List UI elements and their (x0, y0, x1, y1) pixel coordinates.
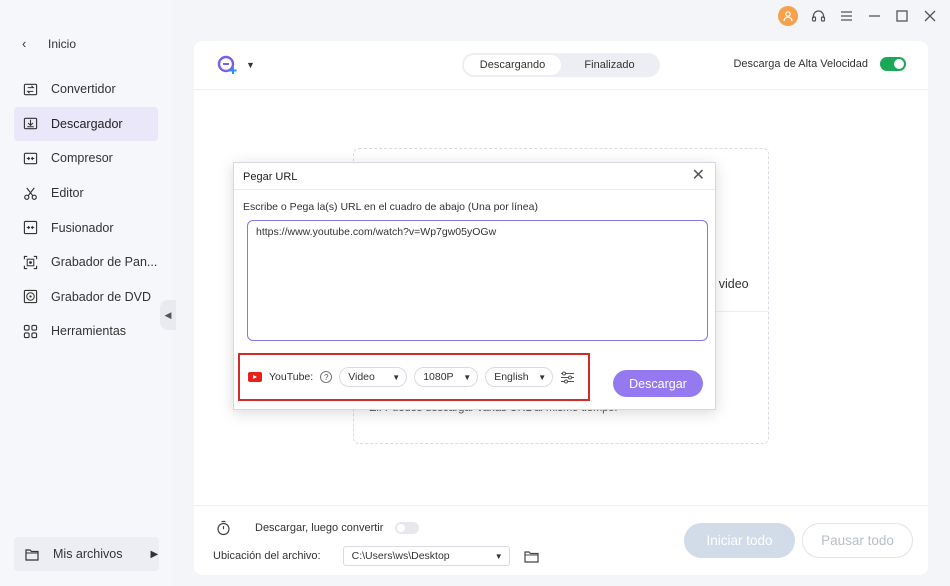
screen-record-icon (23, 255, 38, 269)
high-speed-label: Descarga de Alta Velocidad (733, 58, 868, 70)
quality-value: 1080P (423, 371, 454, 383)
sidebar-item-label: Editor (51, 186, 84, 201)
chevron-down-icon: ▼ (392, 372, 401, 382)
file-location-value: C:\Users\ws\Desktop (351, 550, 450, 562)
chevron-down-icon: ▼ (494, 551, 503, 561)
close-icon[interactable] (922, 8, 938, 24)
quality-select[interactable]: 1080P ▼ (414, 367, 479, 387)
dialog-title: Pegar URL (243, 171, 298, 183)
high-speed-toggle[interactable] (880, 57, 906, 71)
settings-sliders-icon[interactable] (560, 371, 575, 384)
status-tabs: Descargando Finalizado (462, 53, 660, 77)
sidebar-item-convertidor[interactable]: Convertidor (14, 72, 158, 107)
back-button[interactable]: ‹ Inicio (22, 36, 76, 51)
tab-finalizado[interactable]: Finalizado (561, 55, 658, 75)
download-link-icon (217, 55, 237, 74)
file-location-row: Ubicación del archivo: C:\Users\ws\Deskt… (213, 546, 539, 566)
sidebar-item-label: Convertidor (51, 82, 116, 97)
sidebar-item-herramientas[interactable]: Herramientas (14, 314, 158, 349)
my-files-label: Mis archivos (53, 547, 123, 561)
convert-option-row: Descargar, luego convertir (216, 520, 420, 536)
my-files-button[interactable]: Mis archivos ▶ (14, 537, 159, 571)
file-location-select[interactable]: C:\Users\ws\Desktop ▼ (342, 546, 510, 566)
panel-footer: Descargar, luego convertir Ubicación del… (194, 505, 928, 575)
collapse-sidebar-button[interactable]: ◀ (160, 300, 176, 330)
chevron-left-icon: ‹ (22, 36, 27, 51)
divider (234, 189, 715, 190)
chevron-right-icon: ▶ (150, 548, 159, 560)
dvd-icon (23, 290, 38, 304)
dialog-description: Escribe o Pega la(s) URL en el cuadro de… (243, 201, 538, 213)
folder-icon (25, 548, 39, 561)
chevron-down-icon: ▼ (463, 372, 472, 382)
download-button[interactable]: Descargar (613, 370, 703, 397)
user-icon (783, 11, 793, 22)
headset-icon[interactable] (810, 8, 826, 24)
merge-icon (23, 221, 38, 235)
sidebar-item-grabador-pantalla[interactable]: Grabador de Pan... (14, 245, 158, 280)
language-value: English (494, 371, 529, 383)
sidebar-item-label: Grabador de Pan... (51, 255, 158, 270)
sidebar-item-label: Fusionador (51, 220, 114, 235)
download-icon (23, 118, 38, 130)
help-icon[interactable]: ? (320, 371, 333, 383)
sidebar-item-editor[interactable]: Editor (14, 176, 158, 211)
chevron-down-icon: ▼ (246, 60, 255, 70)
sidebar-item-label: Grabador de DVD (51, 289, 152, 304)
panel-header: ▼ Descargando Finalizado Descarga de Alt… (194, 41, 928, 90)
sidebar-item-label: Descargador (51, 116, 123, 131)
file-location-label: Ubicación del archivo: (213, 550, 321, 562)
menu-icon[interactable] (838, 8, 854, 24)
sidebar-item-fusionador[interactable]: Fusionador (14, 210, 158, 245)
chevron-left-icon: ◀ (164, 309, 172, 320)
timer-icon[interactable] (216, 520, 231, 536)
sidebar-item-grabador-dvd[interactable]: Grabador de DVD (14, 280, 158, 315)
format-value: Video (348, 371, 375, 383)
start-all-button[interactable]: Iniciar todo (684, 523, 795, 558)
folder-icon[interactable] (524, 550, 539, 563)
convert-icon (23, 83, 38, 96)
sidebar: ‹ Inicio Convertidor Descargador Compres… (0, 0, 172, 586)
compress-icon (23, 152, 38, 165)
sidebar-item-label: Compresor (51, 151, 113, 166)
url-textarea[interactable]: https://www.youtube.com/watch?v=Wp7gw05y… (247, 220, 708, 341)
high-speed-setting: Descarga de Alta Velocidad (733, 57, 906, 71)
add-download-button[interactable]: ▼ (216, 54, 255, 76)
sidebar-item-compresor[interactable]: Compresor (14, 141, 158, 176)
chevron-down-icon: ▼ (538, 372, 547, 382)
download-options: YouTube: ? Video ▼ 1080P ▼ English ▼ (238, 353, 590, 401)
paste-url-dialog: Pegar URL ✕ Escribe o Pega la(s) URL en … (233, 162, 716, 410)
convert-after-toggle[interactable] (395, 522, 420, 534)
close-icon[interactable]: ✕ (692, 168, 705, 184)
sidebar-item-label: Herramientas (51, 324, 127, 339)
tab-descargando[interactable]: Descargando (464, 55, 561, 75)
format-select[interactable]: Video ▼ (339, 367, 408, 387)
maximize-icon[interactable] (894, 8, 910, 24)
grid-icon (23, 324, 38, 339)
avatar[interactable] (778, 6, 798, 26)
scissors-icon (24, 187, 37, 200)
convert-after-label: Descargar, luego convertir (255, 522, 384, 534)
youtube-icon (248, 372, 262, 382)
back-label: Inicio (48, 36, 77, 51)
pause-all-button[interactable]: Pausar todo (802, 523, 913, 558)
source-label: YouTube: (269, 371, 314, 383)
sidebar-item-descargador[interactable]: Descargador (14, 106, 158, 142)
language-select[interactable]: English ▼ (485, 367, 554, 387)
title-bar (778, 5, 938, 27)
minimize-icon[interactable] (866, 8, 882, 24)
sidebar-nav: Convertidor Descargador Compresor Editor… (14, 72, 158, 349)
